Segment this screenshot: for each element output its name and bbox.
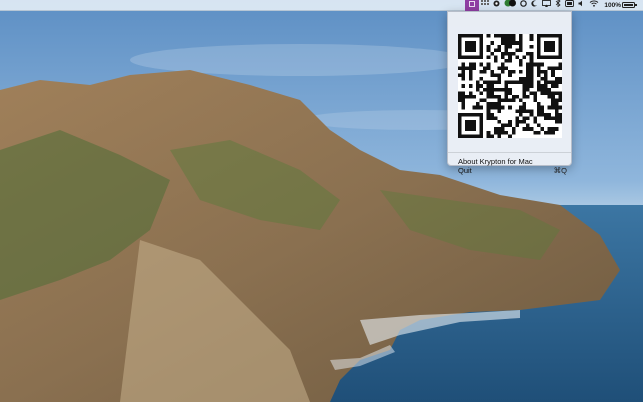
- airplay-icon: [542, 0, 552, 11]
- moon-icon: [531, 0, 538, 11]
- sync-icon: [520, 0, 528, 11]
- krypton-dropdown-menu: About Krypton for Mac Quit ⌘Q: [447, 11, 572, 175]
- battery-icon: [622, 2, 637, 8]
- krypton-menu-extra[interactable]: [465, 0, 480, 11]
- display-icon: [565, 0, 575, 11]
- airplay-menu-extra[interactable]: [540, 0, 553, 11]
- wifi-menu-extra[interactable]: [587, 0, 601, 11]
- battery-menu-extra[interactable]: 100%: [601, 0, 639, 11]
- pairing-qr-code: [458, 27, 562, 145]
- battery-percent-label: 100%: [604, 1, 621, 9]
- bluetooth-icon: [555, 0, 561, 11]
- grid-menu-extra[interactable]: [479, 0, 491, 11]
- display-menu-extra[interactable]: [563, 0, 576, 11]
- quit-menu-item-label: Quit: [458, 165, 472, 175]
- grid-icon: [481, 0, 490, 11]
- menu-bar: 100%: [0, 0, 643, 11]
- sync-menu-extra[interactable]: [518, 0, 529, 11]
- wifi-icon: [589, 0, 599, 11]
- volume-icon: [578, 0, 585, 11]
- quit-menu-item[interactable]: Quit ⌘Q: [448, 165, 571, 175]
- volume-menu-extra[interactable]: [576, 0, 587, 11]
- qr-code-image: [458, 34, 562, 138]
- krypton-qr-icon: [469, 0, 476, 11]
- quit-shortcut: ⌘Q: [553, 165, 567, 175]
- badge-app-icon: [504, 0, 517, 11]
- moon-menu-extra[interactable]: [529, 0, 540, 11]
- badge-app-menu-extra[interactable]: [502, 0, 518, 11]
- bluetooth-menu-extra[interactable]: [553, 0, 563, 11]
- battery-level-fill: [624, 4, 633, 6]
- circle-app-menu-extra[interactable]: [491, 0, 502, 11]
- menu-separator: [448, 152, 571, 153]
- circle-app-icon: [493, 0, 500, 11]
